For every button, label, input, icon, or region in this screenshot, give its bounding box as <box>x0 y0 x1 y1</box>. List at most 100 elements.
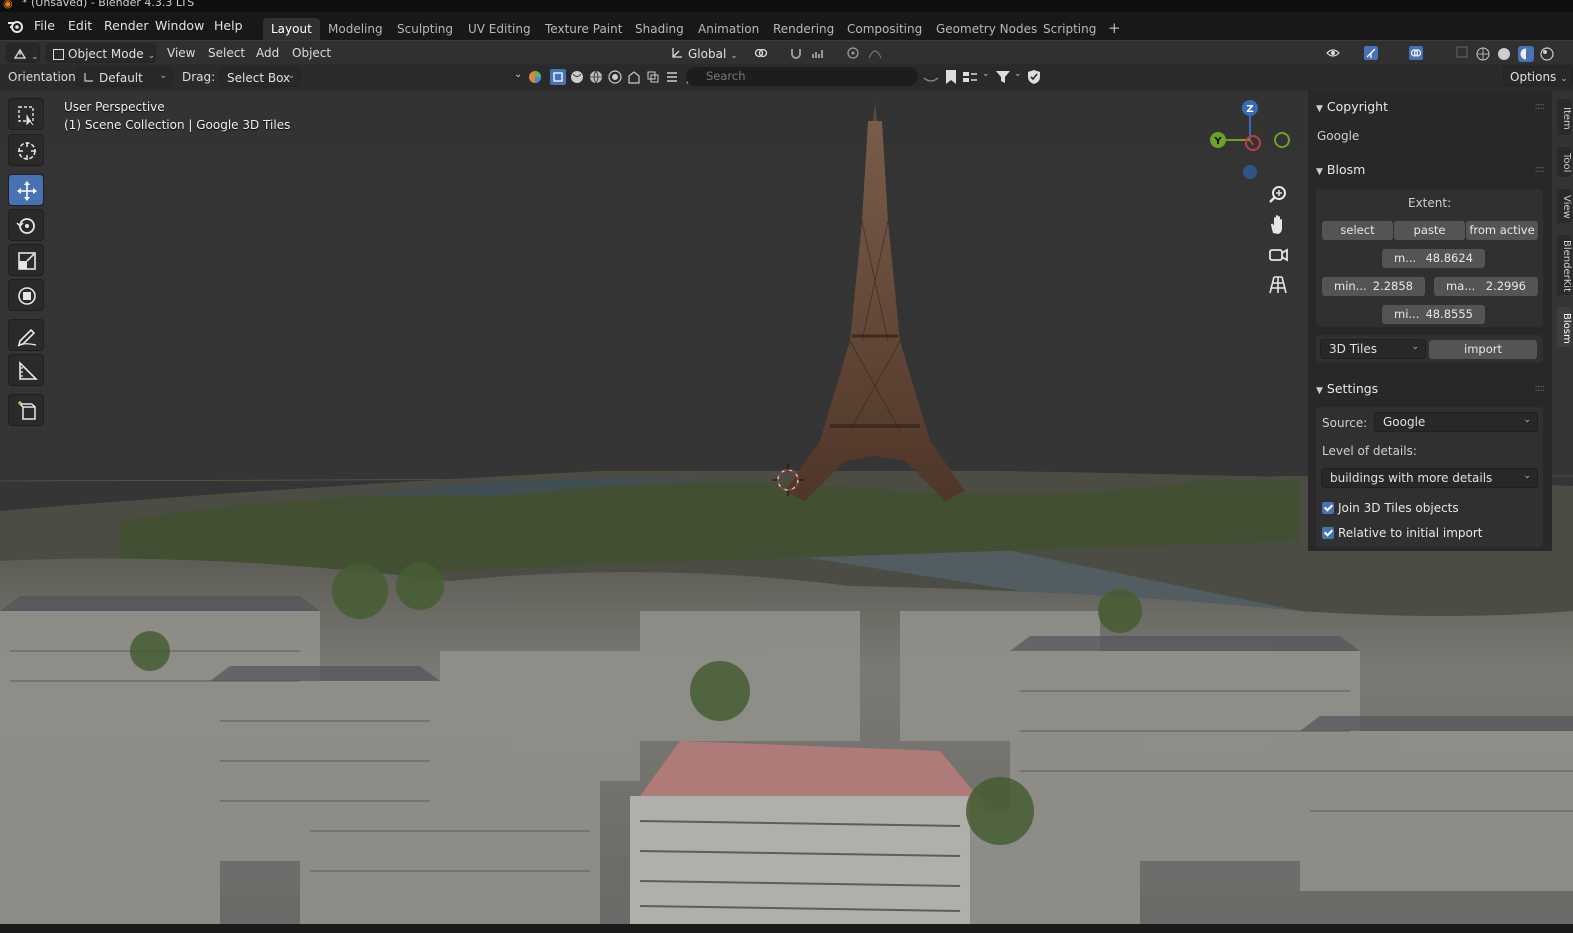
tool-annotate[interactable] <box>8 319 44 351</box>
sphere-icon[interactable] <box>570 70 584 84</box>
join-tiles-label[interactable]: Join 3D Tiles objects <box>1338 501 1459 515</box>
tab-texture-paint[interactable]: Texture Paint <box>537 18 630 40</box>
select-box-mode-icon[interactable] <box>550 69 566 85</box>
menu-help[interactable]: Help <box>214 18 243 33</box>
overlays-toggle[interactable] <box>1403 43 1443 63</box>
sidebar-tab-blosm[interactable]: Blosm <box>1557 307 1572 347</box>
header-menu-view[interactable]: View <box>161 43 201 63</box>
tool-add-cube[interactable] <box>8 394 44 426</box>
tab-uv-editing[interactable]: UV Editing <box>460 18 539 40</box>
building-icon[interactable] <box>627 70 641 84</box>
search-input[interactable]: Search <box>686 67 918 86</box>
lod-value: buildings with more details <box>1330 471 1493 485</box>
bookmark-icon[interactable] <box>945 69 957 85</box>
proportional-editing-toggle[interactable] <box>840 43 888 63</box>
gizmo-toggle[interactable] <box>1358 43 1398 63</box>
blosm-heading: Blosm <box>1326 162 1366 177</box>
extent-select-button[interactable]: select <box>1322 221 1393 240</box>
tab-rendering[interactable]: Rendering <box>765 18 842 40</box>
tab-sculpting[interactable]: Sculpting <box>389 18 461 40</box>
extent-from-active-button[interactable]: from active <box>1466 221 1538 240</box>
options-dropdown[interactable]: Options ⌄ <box>1503 66 1573 86</box>
tool-rotate[interactable] <box>8 209 44 241</box>
min-lon-field[interactable]: min... 2.2858 <box>1322 277 1425 296</box>
max-lon-field[interactable]: ma... 2.2996 <box>1434 277 1538 296</box>
sidebar-tab-view[interactable]: View <box>1557 189 1572 223</box>
object-mode-dropdown[interactable]: Object Mode ⌄ <box>46 43 156 63</box>
solid-shading-icon[interactable] <box>1497 47 1511 61</box>
drag-grip-icon[interactable]: :::: <box>1535 101 1546 112</box>
tool-cursor[interactable] <box>8 134 44 166</box>
color-icon[interactable] <box>528 70 542 84</box>
orientation-dropdown[interactable]: Default ⌄ <box>76 67 172 87</box>
min-lat-field[interactable]: mi... 48.8555 <box>1382 305 1485 324</box>
source-dropdown[interactable]: Google ⌄ <box>1374 412 1538 432</box>
filter-icon[interactable] <box>995 69 1011 85</box>
globe-icon[interactable] <box>589 70 603 84</box>
tab-modeling[interactable]: Modeling <box>320 18 391 40</box>
data-type-dropdown[interactable]: 3D Tiles ⌄ <box>1320 339 1426 359</box>
xray-toggle[interactable] <box>1450 43 1468 63</box>
pan-hand-icon[interactable] <box>1266 213 1290 237</box>
tool-scale[interactable] <box>8 244 44 276</box>
tool-transform[interactable] <box>8 279 44 311</box>
header-menu-select[interactable]: Select <box>202 43 251 63</box>
copyright-panel-header[interactable]: ▼ Copyright <box>1316 99 1388 114</box>
menu-window[interactable]: Window <box>155 18 204 33</box>
tool-select-box[interactable] <box>8 98 44 130</box>
shield-icon[interactable] <box>1027 69 1041 85</box>
pivot-point-dropdown[interactable] <box>748 43 778 63</box>
header-menu-add[interactable]: Add <box>250 43 285 63</box>
settings-panel-header[interactable]: ▼ Settings <box>1316 381 1378 396</box>
stack-icon[interactable] <box>665 70 679 84</box>
world-icon[interactable] <box>608 70 622 84</box>
transform-orientation-dropdown[interactable]: Global ⌄ <box>664 43 742 63</box>
menu-file[interactable]: File <box>34 18 55 33</box>
sidebar-tab-item[interactable]: Item <box>1557 99 1572 135</box>
tool-move[interactable] <box>8 174 44 206</box>
menu-render[interactable]: Render <box>104 18 149 33</box>
join-tiles-checkbox[interactable] <box>1322 502 1334 514</box>
tool-measure[interactable] <box>8 354 44 386</box>
material-shading-icon[interactable] <box>1517 46 1534 62</box>
filter-toggle-icon[interactable] <box>923 70 939 84</box>
tab-geometry-nodes[interactable]: Geometry Nodes <box>928 18 1045 40</box>
blosm-panel-header[interactable]: ▼ Blosm <box>1316 162 1365 177</box>
chevron-down-icon[interactable]: ⌄ <box>514 69 522 80</box>
shading-mode-buttons[interactable] <box>1472 43 1572 63</box>
sidebar-tab-tool[interactable]: Tool <box>1557 147 1572 177</box>
header-menu-object[interactable]: Object <box>286 43 337 63</box>
drag-grip-icon[interactable]: :::: <box>1535 164 1546 175</box>
relative-import-checkbox[interactable] <box>1322 527 1334 539</box>
chevron-down-icon[interactable]: ⌄ <box>982 69 990 79</box>
camera-view-icon[interactable] <box>1266 243 1290 267</box>
relative-import-label[interactable]: Relative to initial import <box>1338 526 1483 540</box>
display-mode-icon[interactable] <box>962 70 978 84</box>
import-button[interactable]: import <box>1429 340 1537 359</box>
navigation-gizmo[interactable]: Z Y <box>1200 95 1300 185</box>
drag-grip-icon[interactable]: :::: <box>1535 383 1546 394</box>
sidebar-tab-blenderkit[interactable]: BlenderKit <box>1557 235 1572 295</box>
menu-edit[interactable]: Edit <box>68 18 92 33</box>
tab-scripting[interactable]: Scripting <box>1035 18 1104 40</box>
tab-layout[interactable]: Layout <box>263 18 320 40</box>
tab-animation[interactable]: Animation <box>690 18 767 40</box>
tab-shading[interactable]: Shading <box>627 18 692 40</box>
add-workspace-button[interactable]: + <box>1100 15 1129 37</box>
wireframe-shading-icon[interactable] <box>1476 47 1490 61</box>
blender-menu-icon[interactable] <box>6 17 26 35</box>
lod-dropdown[interactable]: buildings with more details ⌄ <box>1321 468 1538 488</box>
layers-icon[interactable] <box>646 70 660 84</box>
tab-compositing[interactable]: Compositing <box>839 18 930 40</box>
zoom-icon[interactable] <box>1266 183 1290 207</box>
max-lat-field[interactable]: m... 48.8624 <box>1382 249 1485 268</box>
chevron-down-icon[interactable]: ⌄ <box>1014 69 1022 79</box>
visibility-dropdown[interactable] <box>1320 43 1354 63</box>
drag-dropdown[interactable]: Select Box ⌄ <box>220 67 300 87</box>
max-lat-label: m... <box>1394 251 1417 265</box>
snapping-toggle[interactable] <box>783 43 833 63</box>
editor-type-button[interactable]: ⌄ <box>6 43 40 63</box>
rendered-shading-icon[interactable] <box>1540 47 1555 61</box>
grid-perspective-icon[interactable] <box>1266 273 1290 297</box>
extent-paste-button[interactable]: paste <box>1394 221 1465 240</box>
